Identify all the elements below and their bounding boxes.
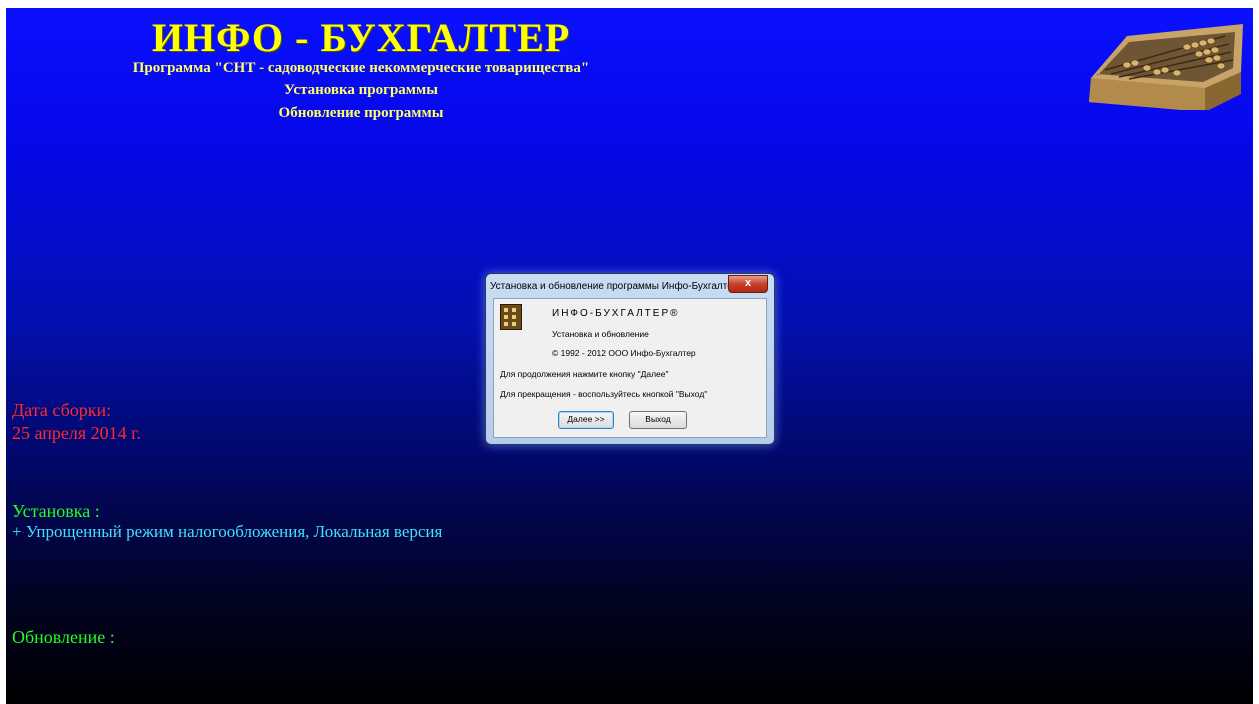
build-date-value: 25 апреля 2014 г. [12, 423, 141, 443]
install-section-label: Установка : [12, 501, 100, 521]
app-icon [500, 304, 522, 330]
dialog-title: Установка и обновление программы Инфо-Бу… [490, 281, 739, 292]
dialog-exit-hint: Для прекращения - воспользуйтесь кнопкой… [500, 389, 708, 399]
dialog-copyright: © 1992 - 2012 ООО Инфо-Бухгалтер [552, 348, 696, 358]
install-program-link[interactable]: Установка программы [6, 82, 716, 99]
program-subtitle: Программа "СНТ - садоводческие некоммерч… [132, 60, 590, 76]
dialog-brand: ИНФО-БУХГАЛТЕР® [552, 308, 680, 319]
abacus-image [1089, 24, 1243, 110]
exit-button[interactable]: Выход [629, 411, 687, 429]
installer-screen: ИНФО - БУХГАЛТЕР Программа "СНТ - садово… [6, 8, 1253, 704]
update-section-label: Обновление : [12, 627, 115, 647]
page-title: ИНФО - БУХГАЛТЕР [151, 15, 571, 60]
next-button[interactable]: Далее >> [558, 411, 614, 429]
close-icon[interactable]: x [728, 275, 768, 293]
dialog-body: ИНФО-БУХГАЛТЕР® Установка и обновление ©… [493, 298, 767, 438]
dialog-line-1: Установка и обновление [552, 329, 649, 339]
build-date-label: Дата сборки: [12, 400, 112, 420]
install-item: + Упрощенный режим налогообложения, Лока… [12, 522, 443, 541]
update-program-link[interactable]: Обновление программы [6, 105, 716, 122]
installer-dialog: Установка и обновление программы Инфо-Бу… [485, 273, 775, 445]
dialog-continue-hint: Для продолжения нажмите кнопку "Далее" [500, 369, 669, 379]
